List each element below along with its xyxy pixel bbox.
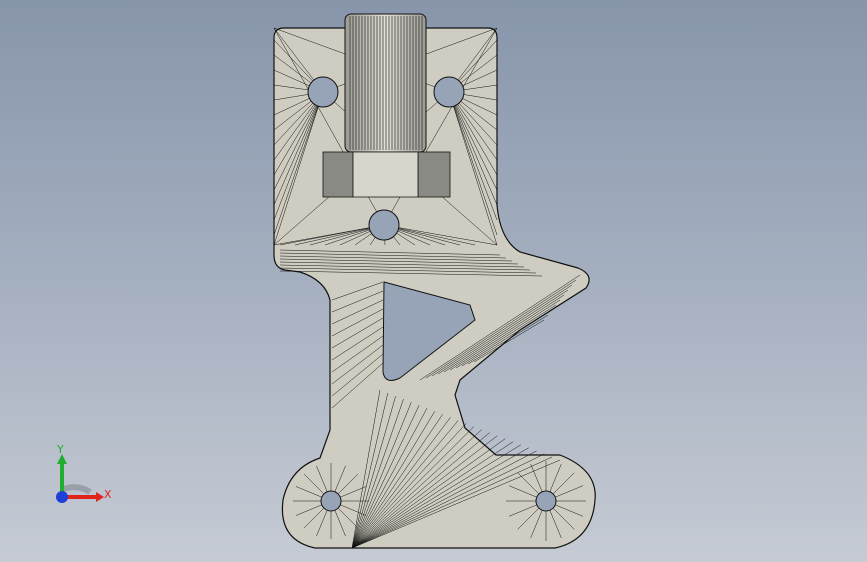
- hole-bottom-left[interactable]: [320, 490, 342, 512]
- triad-arc: [60, 484, 92, 495]
- y-axis-label: Y: [56, 443, 64, 456]
- x-arrowhead: [96, 492, 104, 502]
- hole-top-left[interactable]: [307, 76, 339, 108]
- nut-pocket-right: [417, 151, 451, 198]
- nut-pocket-floor: [352, 151, 419, 198]
- hole-top-right[interactable]: [433, 76, 465, 108]
- z-axis-icon: [56, 491, 68, 503]
- hole-bottom-right[interactable]: [535, 490, 557, 512]
- nut-pocket-left: [322, 151, 354, 198]
- graphics-viewport[interactable]: X Y: [0, 0, 867, 562]
- axis-triad: X Y: [56, 443, 112, 503]
- part-model[interactable]: [0, 0, 867, 562]
- hole-center[interactable]: [368, 209, 400, 241]
- x-axis-label: X: [104, 488, 112, 501]
- bolt-boss[interactable]: [344, 13, 427, 153]
